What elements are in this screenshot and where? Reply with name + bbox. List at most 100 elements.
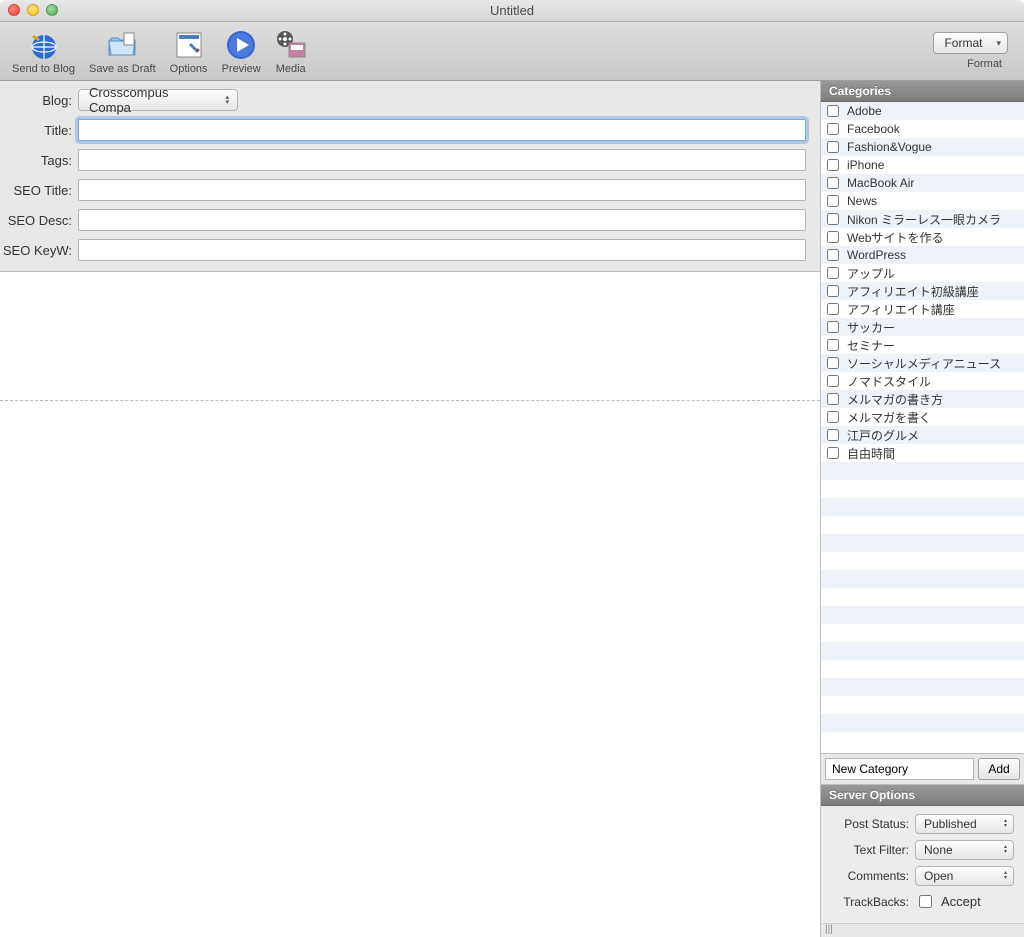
- category-row[interactable]: Fashion&Vogue: [821, 138, 1024, 156]
- media-button[interactable]: Media: [269, 25, 313, 77]
- send-to-blog-button[interactable]: Send to Blog: [6, 25, 81, 77]
- category-row[interactable]: セミナー: [821, 336, 1024, 354]
- category-row[interactable]: [821, 588, 1024, 606]
- category-row[interactable]: メルマガを書く: [821, 408, 1024, 426]
- category-checkbox[interactable]: [827, 123, 839, 135]
- text-filter-label: Text Filter:: [821, 843, 915, 857]
- save-as-draft-button[interactable]: Save as Draft: [83, 25, 162, 77]
- category-row[interactable]: Adobe: [821, 102, 1024, 120]
- close-window-button[interactable]: [8, 4, 20, 16]
- category-row[interactable]: 自由時間: [821, 444, 1024, 462]
- post-status-select[interactable]: Published ▴▾: [915, 814, 1014, 834]
- category-row[interactable]: [821, 462, 1024, 480]
- category-checkbox[interactable]: [827, 231, 839, 243]
- category-checkbox[interactable]: [827, 195, 839, 207]
- category-row[interactable]: ノマドスタイル: [821, 372, 1024, 390]
- trackbacks-accept-checkbox[interactable]: [919, 895, 932, 908]
- folder-draft-icon: [106, 29, 138, 61]
- editor-area[interactable]: [0, 272, 820, 937]
- category-row[interactable]: MacBook Air: [821, 174, 1024, 192]
- preview-button[interactable]: Preview: [216, 25, 267, 77]
- category-row[interactable]: Facebook: [821, 120, 1024, 138]
- minimize-window-button[interactable]: [27, 4, 39, 16]
- category-row[interactable]: メルマガの書き方: [821, 390, 1024, 408]
- category-label: アフィリエイト講座: [847, 301, 955, 318]
- comments-select[interactable]: Open ▴▾: [915, 866, 1014, 886]
- category-checkbox[interactable]: [827, 447, 839, 459]
- updown-icon: ▴▾: [1004, 845, 1007, 855]
- category-row[interactable]: ソーシャルメディアニュース: [821, 354, 1024, 372]
- toolbar-label: Preview: [222, 63, 261, 75]
- category-label: WordPress: [847, 248, 906, 262]
- category-checkbox[interactable]: [827, 105, 839, 117]
- category-checkbox[interactable]: [827, 213, 839, 225]
- category-row[interactable]: [821, 534, 1024, 552]
- category-row[interactable]: 江戸のグルメ: [821, 426, 1024, 444]
- blog-select[interactable]: Crosscompus Compa ▴▾: [78, 89, 238, 111]
- category-row[interactable]: [821, 624, 1024, 642]
- category-row[interactable]: サッカー: [821, 318, 1024, 336]
- category-checkbox[interactable]: [827, 393, 839, 405]
- zoom-window-button[interactable]: [46, 4, 58, 16]
- category-checkbox[interactable]: [827, 321, 839, 333]
- add-category-button[interactable]: Add: [978, 758, 1020, 780]
- category-row[interactable]: [821, 660, 1024, 678]
- seo-title-input[interactable]: [78, 179, 806, 201]
- category-checkbox[interactable]: [827, 177, 839, 189]
- category-row[interactable]: iPhone: [821, 156, 1024, 174]
- post-status-label: Post Status:: [821, 817, 915, 831]
- format-dropdown-button[interactable]: Format: [933, 32, 1008, 54]
- category-label: メルマガを書く: [847, 409, 931, 426]
- category-row[interactable]: Nikon ミラーレス一眼カメラ: [821, 210, 1024, 228]
- options-button[interactable]: Options: [164, 25, 214, 77]
- category-checkbox[interactable]: [827, 267, 839, 279]
- category-row[interactable]: アフィリエイト初級講座: [821, 282, 1024, 300]
- title-input[interactable]: [78, 119, 806, 141]
- category-checkbox[interactable]: [827, 339, 839, 351]
- category-row[interactable]: [821, 678, 1024, 696]
- trackbacks-label: TrackBacks:: [821, 895, 915, 909]
- category-row[interactable]: [821, 552, 1024, 570]
- seo-desc-input[interactable]: [78, 209, 806, 231]
- category-checkbox[interactable]: [827, 285, 839, 297]
- category-label: Nikon ミラーレス一眼カメラ: [847, 211, 1001, 228]
- category-row[interactable]: WordPress: [821, 246, 1024, 264]
- sidebar-statusbar: |||: [821, 923, 1024, 937]
- updown-icon: ▴▾: [1004, 871, 1007, 881]
- category-label: iPhone: [847, 158, 884, 172]
- category-checkbox[interactable]: [827, 357, 839, 369]
- category-row[interactable]: [821, 516, 1024, 534]
- category-row[interactable]: [821, 498, 1024, 516]
- category-row[interactable]: News: [821, 192, 1024, 210]
- title-label: Title:: [0, 123, 78, 138]
- category-row[interactable]: [821, 570, 1024, 588]
- category-checkbox[interactable]: [827, 141, 839, 153]
- trackbacks-accept-label: Accept: [941, 894, 981, 909]
- tags-input[interactable]: [78, 149, 806, 171]
- seo-keyw-input[interactable]: [78, 239, 806, 261]
- category-row[interactable]: アップル: [821, 264, 1024, 282]
- toolbar-label: Media: [276, 63, 306, 75]
- media-reel-icon: [275, 29, 307, 61]
- categories-list[interactable]: Adobe Facebook Fashion&Vogue iPhone MacBook …: [821, 102, 1024, 753]
- category-row[interactable]: [821, 480, 1024, 498]
- category-row[interactable]: アフィリエイト講座: [821, 300, 1024, 318]
- category-label: Facebook: [847, 122, 900, 136]
- category-row[interactable]: Webサイトを作る: [821, 228, 1024, 246]
- category-row[interactable]: [821, 606, 1024, 624]
- category-checkbox[interactable]: [827, 159, 839, 171]
- category-checkbox[interactable]: [827, 375, 839, 387]
- category-checkbox[interactable]: [827, 429, 839, 441]
- categories-header: Categories: [821, 81, 1024, 102]
- text-filter-select[interactable]: None ▴▾: [915, 840, 1014, 860]
- category-row[interactable]: [821, 714, 1024, 732]
- new-category-input[interactable]: [825, 758, 974, 780]
- toolbar: Send to Blog Save as Draft: [0, 22, 1024, 81]
- category-checkbox[interactable]: [827, 411, 839, 423]
- sidebar: Categories Adobe Facebook Fashion&Vogue iPh…: [820, 81, 1024, 937]
- category-row[interactable]: [821, 732, 1024, 750]
- category-row[interactable]: [821, 696, 1024, 714]
- category-row[interactable]: [821, 642, 1024, 660]
- category-checkbox[interactable]: [827, 249, 839, 261]
- category-checkbox[interactable]: [827, 303, 839, 315]
